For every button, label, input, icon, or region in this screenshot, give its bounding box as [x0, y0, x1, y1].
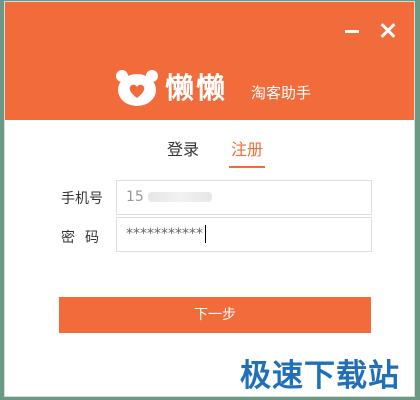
- password-label: 密码: [61, 230, 109, 246]
- active-tab-indicator: [229, 166, 265, 168]
- password-value: ***********: [126, 226, 203, 242]
- tab-register[interactable]: 注册: [231, 139, 263, 161]
- next-step-button[interactable]: 下一步: [59, 297, 371, 333]
- window-header: 懒懒 淘客助手: [5, 2, 414, 120]
- brand-name: 懒懒: [165, 71, 228, 105]
- close-icon[interactable]: [377, 20, 399, 42]
- redacted-number: [147, 192, 212, 202]
- auth-tabs: 登录 注册: [5, 139, 414, 168]
- text-caret: [205, 225, 206, 243]
- phone-value: 15: [126, 189, 144, 205]
- minimize-icon[interactable]: [341, 20, 363, 42]
- site-watermark: 极速下载站: [240, 358, 400, 394]
- tab-login[interactable]: 登录: [167, 139, 199, 161]
- bear-logo-icon: [116, 70, 158, 106]
- phone-label: 手机号: [61, 191, 103, 207]
- password-input[interactable]: ***********: [116, 217, 372, 252]
- phone-input[interactable]: 15: [116, 180, 372, 215]
- brand-subtitle: 淘客助手: [251, 84, 312, 102]
- register-window: 懒懒 淘客助手 登录 注册 手机号 15 密码 *********** 下一步: [4, 1, 415, 397]
